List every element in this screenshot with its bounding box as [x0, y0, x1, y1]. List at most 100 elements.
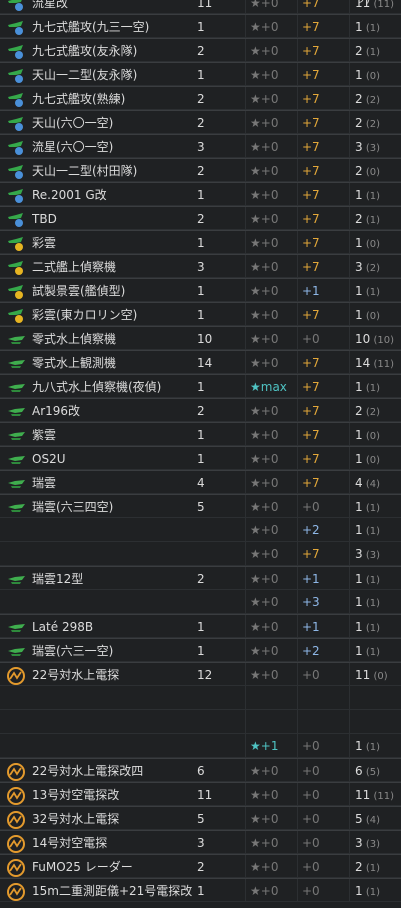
table-row[interactable]: TBD 2 ★+0 +7 2 (1)	[0, 206, 401, 230]
owned-locked: (2)	[362, 119, 380, 130]
table-row[interactable]: 九七式艦攻(熟練) 2 ★+0 +7 2 (2)	[0, 86, 401, 110]
equipment-name	[32, 686, 192, 710]
table-row[interactable]: ★+1 +0 1 (1)	[0, 734, 401, 758]
owned-total: 3	[355, 260, 363, 274]
table-row[interactable]: ★+0 +7 3 (3)	[0, 542, 401, 566]
table-row[interactable]: 天山(六〇一空) 2 ★+0 +7 2 (2)	[0, 110, 401, 134]
column-divider	[349, 87, 350, 109]
equipment-count: 2	[197, 404, 205, 418]
owned-count: 1 (1)	[355, 590, 401, 614]
equipment-name: 22号対水上電探	[32, 668, 120, 682]
table-row[interactable]: 彩雲(東カロリン空) 1 ★+0 +7 1 (0)	[0, 302, 401, 326]
table-row[interactable]: 瑞雲12型 2 ★+0 +1 1 (1)	[0, 566, 401, 590]
table-row[interactable]: Laté 298B 1 ★+0 +1 1 (1)	[0, 614, 401, 638]
table-row[interactable]: 13号対空電探改 11 ★+0 +0 11 (11)	[0, 782, 401, 806]
table-row[interactable]	[0, 686, 401, 710]
owned-total: 1	[355, 284, 363, 298]
table-row[interactable]: 試製景雲(艦偵型) 1 ★+0 +1 1 (1)	[0, 278, 401, 302]
owned-locked: (3)	[362, 839, 380, 850]
improvement-level: ★+0	[250, 140, 279, 154]
table-row[interactable]: 瑞雲(六三一空) 1 ★+0 +2 1 (1)	[0, 638, 401, 662]
column-divider	[245, 879, 246, 901]
table-row[interactable]: FuMO25 レーダー 2 ★+0 +0 2 (1)	[0, 854, 401, 878]
table-row[interactable]: 彩雲 1 ★+0 +7 1 (0)	[0, 230, 401, 254]
owned-locked: (4)	[362, 479, 380, 490]
improvement-level: ★+0	[250, 164, 279, 178]
table-row[interactable]: 瑞雲(六三四空) 5 ★+0 +0 1 (1)	[0, 494, 401, 518]
table-row[interactable]: 流星(六〇一空) 3 ★+0 +7 3 (3)	[0, 134, 401, 158]
equipment-name: 九八式水上偵察機(夜偵)	[32, 380, 162, 394]
owned-count: 2 (1)	[355, 855, 401, 879]
recon-yellow-icon	[7, 303, 27, 327]
table-row[interactable]: 零式水上観測機 14 ★+0 +7 14 (11)	[0, 350, 401, 374]
column-divider	[349, 495, 350, 517]
table-row[interactable]: ★+0 +3 1 (1)	[0, 590, 401, 614]
equipment-count: 5	[197, 812, 205, 826]
column-divider	[297, 639, 298, 661]
table-row[interactable]: OS2U 1 ★+0 +7 1 (0)	[0, 446, 401, 470]
equipment-count: 10	[197, 332, 213, 346]
owned-total: 2	[355, 404, 363, 418]
owned-count: 1 (1)	[355, 495, 401, 519]
column-divider	[349, 423, 350, 445]
equipment-name: 13号対空電探改	[32, 788, 120, 802]
owned-count: 1 (1)	[355, 279, 401, 303]
table-row[interactable]: Re.2001 G改 1 ★+0 +7 1 (1)	[0, 182, 401, 206]
column-divider	[245, 15, 246, 37]
table-row[interactable]: Ar196改 2 ★+0 +7 2 (2)	[0, 398, 401, 422]
owned-count: 1 (1)	[355, 375, 401, 399]
improvement-level: ★+0	[250, 644, 279, 658]
equipment-count: 1	[197, 284, 205, 298]
table-row[interactable]: 15m二重測距儀+21号電探改 1 ★+0 +0 1 (1)	[0, 878, 401, 902]
table-row[interactable]	[0, 710, 401, 734]
owned-count: 2 (2)	[355, 399, 401, 423]
proficiency-level: +0	[302, 788, 320, 802]
column-divider	[297, 831, 298, 853]
column-divider	[297, 447, 298, 469]
owned-locked: (0)	[362, 455, 380, 466]
radar-orange-icon	[7, 855, 27, 879]
column-divider	[245, 759, 246, 781]
table-row[interactable]: 九八式水上偵察機(夜偵) 1 ★max +7 1 (1)	[0, 374, 401, 398]
table-row[interactable]: 22号対水上電探改四 6 ★+0 +0 6 (5)	[0, 758, 401, 782]
table-row[interactable]: 32号対水上電探 5 ★+0 +0 5 (4)	[0, 806, 401, 830]
improvement-level: ★+0	[250, 236, 279, 250]
table-row[interactable]: 九七式艦攻(友永隊) 2 ★+0 +7 2 (1)	[0, 38, 401, 62]
table-row[interactable]: 天山一二型(友永隊) 1 ★+0 +7 1 (0)	[0, 62, 401, 86]
seaplane-green-icon	[7, 615, 27, 639]
table-row[interactable]: 天山一二型(村田隊) 2 ★+0 +7 2 (0)	[0, 158, 401, 182]
table-row[interactable]: 紫雲 1 ★+0 +7 1 (0)	[0, 422, 401, 446]
table-row[interactable]: 九七式艦攻(九三一空) 1 ★+0 +7 1 (1)	[0, 14, 401, 38]
owned-count: 1 (0)	[355, 63, 401, 87]
column-divider	[297, 567, 298, 589]
owned-locked: (0)	[362, 71, 380, 82]
equipment-count: 3	[197, 836, 205, 850]
table-row[interactable]: 瑞雲 4 ★+0 +7 4 (4)	[0, 470, 401, 494]
proficiency-level: +7	[302, 547, 320, 561]
owned-locked: (3)	[362, 550, 380, 561]
table-row[interactable]: 22号対水上電探 12 ★+0 +0 11 (0)	[0, 662, 401, 686]
owned-total: 2	[355, 212, 363, 226]
owned-locked: (0)	[370, 671, 388, 682]
owned-count: 2 (0)	[355, 159, 401, 183]
equipment-name	[32, 710, 192, 734]
column-divider	[297, 590, 298, 613]
proficiency-level: +0	[302, 812, 320, 826]
table-row[interactable]: 流星改 11 ★+0 +7 11 (11)	[0, 0, 401, 14]
table-row[interactable]: 二式艦上偵察機 3 ★+0 +7 3 (2)	[0, 254, 401, 278]
improvement-level: ★+0	[250, 356, 279, 370]
proficiency-level: +7	[302, 380, 320, 394]
table-row[interactable]: 14号対空電探 3 ★+0 +0 3 (3)	[0, 830, 401, 854]
bomber-blue-icon	[7, 39, 27, 63]
table-row[interactable]: 零式水上偵察機 10 ★+0 +0 10 (10)	[0, 326, 401, 350]
improvement-level: ★+0	[250, 20, 279, 34]
column-divider	[297, 759, 298, 781]
improvement-level: ★+0	[250, 595, 279, 609]
owned-total: 11	[355, 0, 371, 10]
column-divider	[245, 542, 246, 565]
column-divider	[297, 471, 298, 493]
table-row[interactable]: ★+0 +2 1 (1)	[0, 518, 401, 542]
owned-locked: (1)	[362, 887, 380, 898]
owned-count	[355, 686, 401, 710]
owned-count: 1 (0)	[355, 423, 401, 447]
